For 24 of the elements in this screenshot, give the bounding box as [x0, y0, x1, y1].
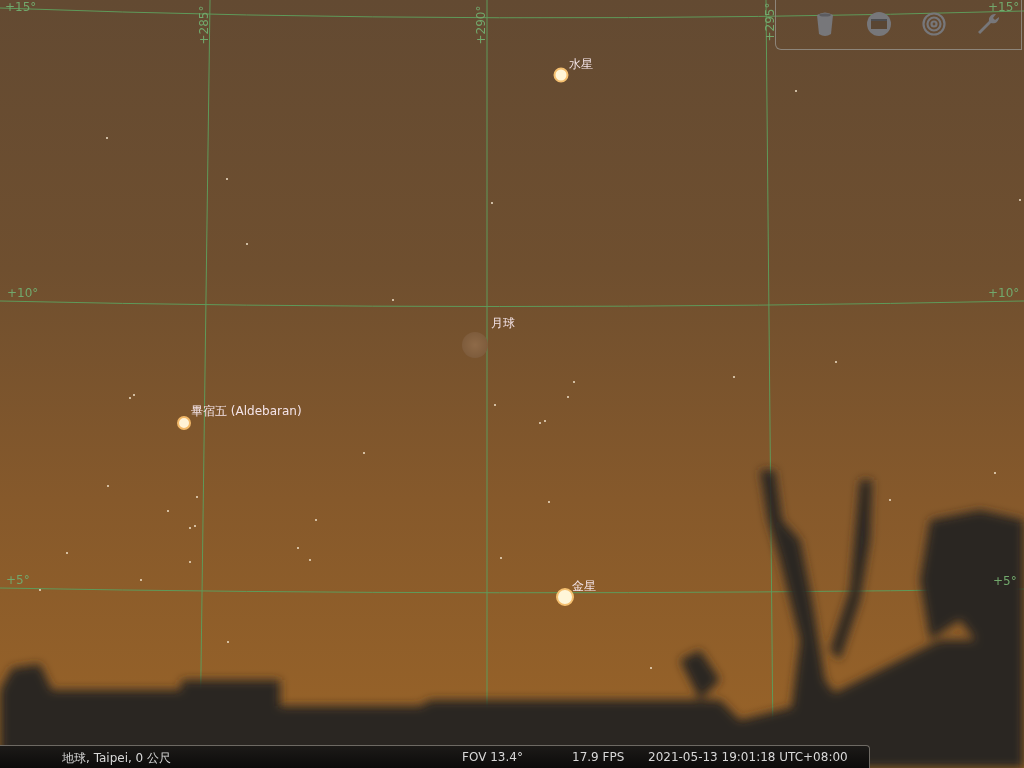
grid-label: +295°: [763, 2, 777, 42]
grid-label: +290°: [474, 5, 488, 45]
grid-label: +10°: [7, 286, 39, 300]
grid-label: +5°: [6, 573, 30, 587]
object-label: 月球: [491, 316, 515, 331]
grid-label: +10°: [988, 286, 1020, 300]
fov-text: FOV 13.4°: [462, 750, 523, 764]
grid-label: +15°: [988, 0, 1020, 14]
star-dot: [177, 416, 191, 430]
planet-dot: [553, 67, 569, 83]
object-label: 水星: [569, 57, 593, 72]
grid-label: +15°: [5, 0, 37, 14]
object-label: 金星: [572, 579, 596, 594]
object-label: 畢宿五 (Aldebaran): [191, 404, 302, 419]
moon-disk: [462, 332, 488, 358]
fps-text: 17.9 FPS: [572, 750, 625, 764]
planet-dot: [556, 588, 574, 606]
grid-label: +5°: [993, 574, 1017, 588]
cylinder-icon: [816, 11, 835, 37]
target-icon: [921, 12, 946, 36]
date-time-text: 2021-05-13 19:01:18 UTC+08:00: [648, 750, 848, 764]
grid-label: +285°: [197, 5, 211, 45]
location-text: 地球, Taipei, 0 公尺: [62, 750, 172, 767]
screen-icon: [867, 12, 892, 36]
